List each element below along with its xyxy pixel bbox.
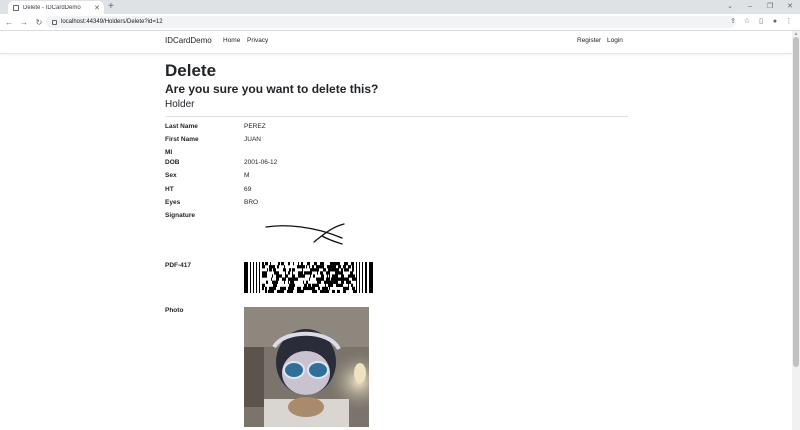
page-viewport: IDCardDemo Home Privacy Register Login D…: [0, 31, 792, 430]
pdf417-row: PDF-417: [165, 262, 628, 307]
toolbar-icons: ⇪ ☆ ▯ ● ⋮: [726, 16, 796, 28]
page-title: Delete: [165, 61, 217, 80]
browser-tabstrip: Delete - IDCardDemo ✕ + ⌄ – ❐ ✕: [0, 0, 800, 14]
vertical-scrollbar[interactable]: ▲: [792, 31, 800, 430]
site-navbar: IDCardDemo Home Privacy Register Login: [0, 31, 792, 54]
browser-toolbar: ← → ↻ localhost:44349/Holders/Delete?id=…: [0, 14, 800, 31]
detail-row: DOB 2001-06-12: [165, 159, 628, 172]
field-label: Eyes: [165, 199, 181, 206]
photo-row: Photo: [165, 307, 628, 427]
pdf417-label: PDF-417: [165, 262, 192, 269]
url-text: localhost:44349/Holders/Delete?id=12: [61, 19, 163, 25]
photo-label: Photo: [165, 307, 184, 314]
field-value: 69: [244, 186, 252, 193]
detail-row: Last Name PEREZ: [165, 123, 628, 136]
nav-link-privacy[interactable]: Privacy: [247, 37, 268, 44]
window-controls: ⌄ – ❐ ✕: [720, 0, 800, 14]
signature-label: Signature: [165, 212, 195, 219]
signature-value: [244, 212, 354, 262]
field-label: HT: [165, 186, 174, 193]
detail-row: Eyes BRO: [165, 199, 628, 212]
field-label: MI: [165, 149, 173, 156]
page-favicon-icon: [13, 4, 19, 11]
star-icon[interactable]: ☆: [740, 16, 754, 28]
close-window-icon[interactable]: ✕: [780, 0, 800, 14]
address-bar[interactable]: localhost:44349/Holders/Delete?id=12: [46, 16, 736, 28]
forward-arrow-icon[interactable]: →: [18, 18, 30, 27]
sidebar-icon[interactable]: ▯: [754, 16, 768, 28]
detail-row: First Name JUAN: [165, 136, 628, 149]
details-list: Last Name PEREZ First Name JUAN MI DOB 2…: [165, 123, 628, 427]
nav-link-home[interactable]: Home: [223, 37, 240, 44]
field-value: 2001-06-12: [244, 159, 278, 166]
nav-link-login[interactable]: Login: [607, 37, 623, 44]
close-tab-icon[interactable]: ✕: [93, 4, 101, 12]
field-label: DOB: [165, 159, 180, 166]
divider: [165, 116, 628, 117]
back-arrow-icon[interactable]: ←: [3, 18, 15, 27]
brand-link[interactable]: IDCardDemo: [165, 36, 212, 45]
entity-name: Holder: [165, 99, 195, 110]
signature-image: [265, 223, 345, 245]
field-value: BRO: [244, 199, 259, 206]
field-label: Sex: [165, 172, 177, 179]
chevron-down-icon[interactable]: ⌄: [720, 0, 740, 14]
detail-row: Sex M: [165, 172, 628, 186]
main-content: Delete Are you sure you want to delete t…: [165, 61, 628, 427]
detail-row: HT 69: [165, 186, 628, 199]
plus-icon[interactable]: +: [108, 1, 114, 13]
browser-tab[interactable]: Delete - IDCardDemo ✕: [8, 1, 104, 14]
field-value: M: [244, 172, 250, 179]
detail-row: MI: [165, 149, 628, 159]
lock-icon[interactable]: [52, 19, 57, 25]
tab-title: Delete - IDCardDemo: [23, 4, 81, 11]
field-value: PEREZ: [244, 123, 266, 130]
nav-link-register[interactable]: Register: [577, 37, 601, 44]
holder-photo: [244, 307, 369, 427]
share-icon[interactable]: ⇪: [726, 16, 740, 28]
photo-value: [244, 307, 369, 427]
field-label: Last Name: [165, 123, 198, 130]
confirm-question: Are you sure you want to delete this?: [165, 82, 379, 96]
field-label: First Name: [165, 136, 199, 143]
scrollbar-thumb[interactable]: [793, 37, 799, 367]
menu-icon[interactable]: ⋮: [782, 16, 796, 28]
restore-icon[interactable]: ❐: [760, 0, 780, 14]
pdf417-value: [244, 262, 374, 307]
pdf417-barcode-image: [244, 262, 373, 293]
profile-icon[interactable]: ●: [768, 16, 782, 28]
field-value: JUAN: [244, 136, 261, 143]
reload-icon[interactable]: ↻: [33, 18, 45, 27]
minimize-icon[interactable]: –: [740, 0, 760, 14]
signature-row: Signature: [165, 212, 628, 262]
